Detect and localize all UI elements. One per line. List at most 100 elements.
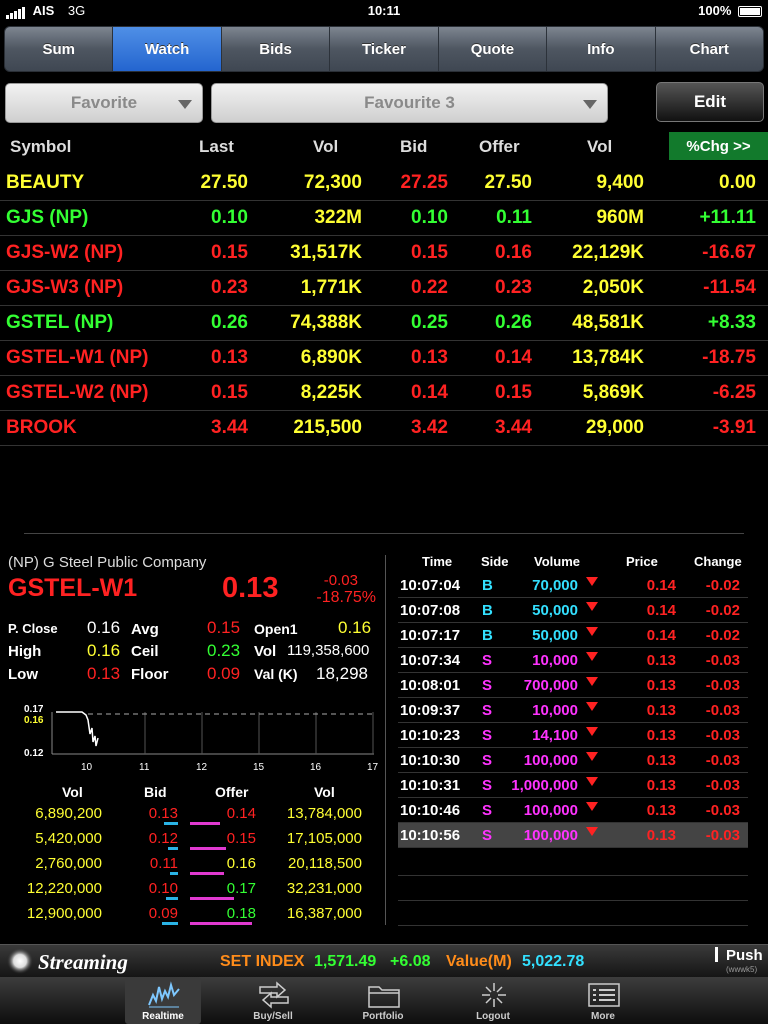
trade-row[interactable]: 10:07:34 S 10,000 0.13 -0.03 [398, 648, 748, 673]
quote-symbol: GSTEL-W2 (NP) [6, 382, 149, 403]
offer-price: 0.15 [226, 830, 256, 847]
quote-row[interactable]: GJS (NP) 0.10 322M 0.10 0.11 960M +11.11 [0, 201, 768, 236]
trade-side: S [482, 677, 493, 694]
quote-last: 0.13 [211, 347, 248, 368]
quote-offer-vol: 29,000 [585, 417, 644, 438]
pct-change-toggle-button[interactable]: %Chg >> [669, 132, 768, 160]
trade-row[interactable]: 10:07:04 B 70,000 0.14 -0.02 [398, 573, 748, 598]
tab-bids[interactable]: Bids [222, 27, 331, 71]
tab-sum[interactable]: Sum [5, 27, 114, 71]
label-floor: Floor [131, 666, 169, 683]
market-summary-bar: Streaming SET INDEX 1,571.49 +6.08 Value… [0, 944, 768, 977]
trade-time: 10:07:08 [400, 602, 461, 619]
trade-row[interactable]: 10:10:46 S 100,000 0.13 -0.03 [398, 798, 748, 823]
trade-row[interactable]: 10:10:56 S 100,000 0.13 -0.03 [398, 823, 748, 848]
push-label[interactable]: Push [726, 947, 763, 964]
quote-offer: 3.44 [495, 417, 532, 438]
quote-symbol: GJS-W3 (NP) [6, 277, 124, 298]
quote-row[interactable]: GJS-W3 (NP) 0.23 1,771K 0.22 0.23 2,050K -11.5… [0, 271, 768, 306]
quote-offer: 0.11 [496, 207, 532, 228]
quote-row[interactable]: BEAUTY 27.50 72,300 27.25 27.50 9,400 0.00 [0, 166, 768, 201]
trade-row[interactable]: 10:07:08 B 50,000 0.14 -0.02 [398, 598, 748, 623]
quote-bid: 3.42 [411, 417, 448, 438]
favourite-list-value: Favourite 3 [364, 93, 455, 112]
realtime-chart-icon [148, 981, 180, 1008]
quote-offer-vol: 48,581K [572, 312, 644, 333]
toolbar-realtime[interactable]: Realtime [125, 977, 201, 1024]
value-avg: 0.15 [207, 618, 241, 637]
trade-price: 0.13 [646, 702, 676, 719]
trade-change: -0.02 [705, 577, 740, 594]
quote-last: 0.10 [211, 207, 248, 228]
quote-pct-change: -6.25 [712, 382, 756, 403]
offer-volume: 32,231,000 [286, 880, 362, 897]
favourite-list-dropdown[interactable]: Favourite 3 [211, 83, 608, 123]
category-dropdown[interactable]: Favorite [5, 83, 203, 123]
header-offer: Offer [479, 137, 520, 156]
edit-button[interactable]: Edit [656, 82, 764, 122]
quote-pct-change: +8.33 [707, 312, 756, 333]
trade-side: S [482, 652, 493, 669]
quote-offer-vol: 960M [596, 207, 644, 228]
bid-price: 0.12 [148, 830, 178, 847]
quote-row[interactable]: GJS-W2 (NP) 0.15 31,517K 0.15 0.16 22,129K -16… [0, 236, 768, 271]
bid-depth-bar [168, 847, 178, 850]
tab-ticker[interactable]: Ticker [330, 27, 439, 71]
folder-icon [368, 986, 400, 1008]
quote-row[interactable]: GSTEL (NP) 0.26 74,388K 0.25 0.26 48,581K +8.3… [0, 306, 768, 341]
bid-offer-row: 2,760,000 0.11 0.16 20,118,500 [0, 852, 384, 877]
trade-row[interactable]: 10:07:17 B 50,000 0.14 -0.02 [398, 623, 748, 648]
trade-change: -0.03 [705, 677, 740, 694]
quote-table-body: BEAUTY 27.50 72,300 27.25 27.50 9,400 0.00 GJS … [0, 166, 768, 516]
header-last: Last [199, 137, 234, 156]
trade-time: 10:10:46 [400, 802, 461, 819]
label-valk: Val (K) [254, 666, 298, 682]
detail-pct-change: -18.75% [316, 589, 376, 606]
price-line [56, 711, 99, 747]
x-tick: 10 [81, 762, 93, 773]
trade-price: 0.13 [646, 777, 676, 794]
label-high: High [8, 643, 42, 660]
trades-header-side: Side [481, 554, 509, 569]
quote-vol: 322M [314, 207, 362, 228]
quote-pct-change: -3.91 [712, 417, 756, 438]
label-ceil: Ceil [131, 643, 159, 660]
filter-row: Favorite Favourite 3 Edit [0, 78, 768, 130]
trade-row[interactable]: 10:08:01 S 700,000 0.13 -0.03 [398, 673, 748, 698]
x-tick: 16 [310, 762, 322, 773]
trade-price: 0.13 [646, 752, 676, 769]
toolbar-more[interactable]: More [565, 977, 641, 1024]
main-tab-bar: Sum Watch Bids Ticker Quote Info Chart [4, 26, 764, 72]
toolbar-logout[interactable]: Logout [455, 977, 531, 1024]
quote-row[interactable]: GSTEL-W1 (NP) 0.13 6,890K 0.13 0.14 13,784K -1… [0, 341, 768, 376]
trade-row[interactable]: 10:10:31 S 1,000,000 0.13 -0.03 [398, 773, 748, 798]
quote-bid: 27.25 [400, 172, 448, 193]
tab-chart[interactable]: Chart [656, 27, 763, 71]
down-arrow-icon [586, 652, 598, 661]
toolbar-portfolio[interactable]: Portfolio [345, 977, 421, 1024]
quote-last: 3.44 [211, 417, 248, 438]
trade-price: 0.14 [646, 602, 676, 619]
quote-last: 0.26 [211, 312, 248, 333]
bid-offer-row: 5,420,000 0.12 0.15 17,105,000 [0, 827, 384, 852]
trade-price: 0.13 [646, 652, 676, 669]
tab-watch[interactable]: Watch [113, 27, 222, 71]
quote-table-header: Symbol Last Vol Bid Offer Vol %Chg >> [0, 132, 768, 162]
trade-side: S [482, 802, 493, 819]
tab-info[interactable]: Info [547, 27, 656, 71]
quote-row[interactable]: BROOK 3.44 215,500 3.42 3.44 29,000 -3.91 [0, 411, 768, 446]
quote-row[interactable]: GSTEL-W2 (NP) 0.15 8,225K 0.14 0.15 5,869K -6.… [0, 376, 768, 411]
value-open1: 0.16 [338, 618, 372, 637]
quote-offer-vol: 9,400 [596, 172, 644, 193]
quote-bid: 0.22 [411, 277, 448, 298]
quote-last: 27.50 [200, 172, 248, 193]
tab-quote[interactable]: Quote [439, 27, 548, 71]
toolbar-buysell[interactable]: Buy/Sell [235, 977, 311, 1024]
trade-row[interactable]: 10:09:37 S 10,000 0.13 -0.03 [398, 698, 748, 723]
trade-row[interactable]: 10:10:23 S 14,100 0.13 -0.03 [398, 723, 748, 748]
offer-volume: 20,118,500 [288, 855, 362, 872]
trade-time: 10:09:37 [400, 702, 461, 719]
trade-row[interactable]: 10:10:30 S 100,000 0.13 -0.03 [398, 748, 748, 773]
quote-last: 0.15 [211, 242, 248, 263]
quote-vol: 215,500 [293, 417, 362, 438]
